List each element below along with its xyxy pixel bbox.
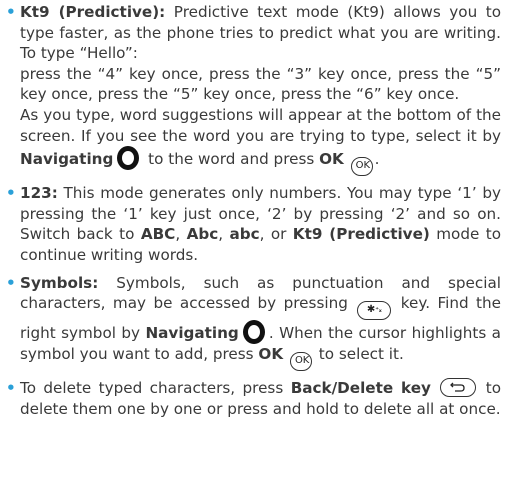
star-glyph: ✱: [366, 304, 376, 316]
item-term: Symbols:: [20, 273, 99, 292]
mode-kt9: Kt9 (Predictive): [292, 225, 430, 244]
ok-key-icon: OK: [350, 157, 373, 177]
item-term: Kt9 (Predictive):: [20, 3, 166, 21]
ok-label: OK: [258, 345, 284, 364]
ok-label: OK: [319, 150, 344, 169]
navigating-label: Navigating: [20, 150, 114, 169]
item-text: press the “4” key once, press the “3” ke…: [20, 64, 501, 104]
navigation-key-icon: [117, 146, 140, 171]
separator: ,: [218, 225, 230, 244]
navigating-label: Navigating: [145, 324, 239, 343]
back-arrow-icon: [450, 382, 465, 392]
separator: ,: [175, 225, 187, 244]
navigation-key-icon: [242, 320, 265, 345]
ok-key-icon: OK: [289, 352, 312, 372]
item-text: To delete typed characters, press: [20, 379, 291, 398]
separator: , or: [259, 225, 293, 244]
bullet: •: [6, 184, 16, 203]
instruction-list: • Kt9 (Predictive): Predictive text mode…: [0, 0, 507, 419]
item-term: 123:: [20, 184, 58, 203]
list-item-123: • 123: This mode generates only numbers.…: [6, 183, 501, 265]
bullet: •: [6, 273, 16, 292]
item-paragraph: As you type, word suggestions will appea…: [20, 105, 501, 177]
star-key-icon: ✱⁺ₓ: [357, 301, 392, 321]
back-key-icon: [440, 378, 477, 398]
mode-abc-upper: ABC: [140, 225, 176, 244]
help-page: • Kt9 (Predictive): Predictive text mode…: [0, 0, 507, 477]
star-key-sub-glyph: ⁺ₓ: [375, 306, 382, 315]
item-text: to select it.: [313, 345, 404, 364]
item-text: .: [374, 150, 380, 169]
mode-abc-lower: abc: [229, 225, 260, 244]
mode-abc-title: Abc: [186, 225, 219, 244]
bullet: •: [6, 3, 16, 21]
item-text: As you type, word suggestions will appea…: [20, 105, 501, 145]
list-item-delete: • To delete typed characters, press Back…: [6, 378, 501, 419]
bullet: •: [6, 379, 16, 398]
list-item-symbols: • Symbols: Symbols, such as punctuation …: [6, 273, 501, 372]
item-text: to the word and press: [143, 150, 320, 169]
list-item-kt9: • Kt9 (Predictive): Predictive text mode…: [6, 2, 501, 177]
back-delete-label: Back/Delete key: [290, 379, 431, 398]
